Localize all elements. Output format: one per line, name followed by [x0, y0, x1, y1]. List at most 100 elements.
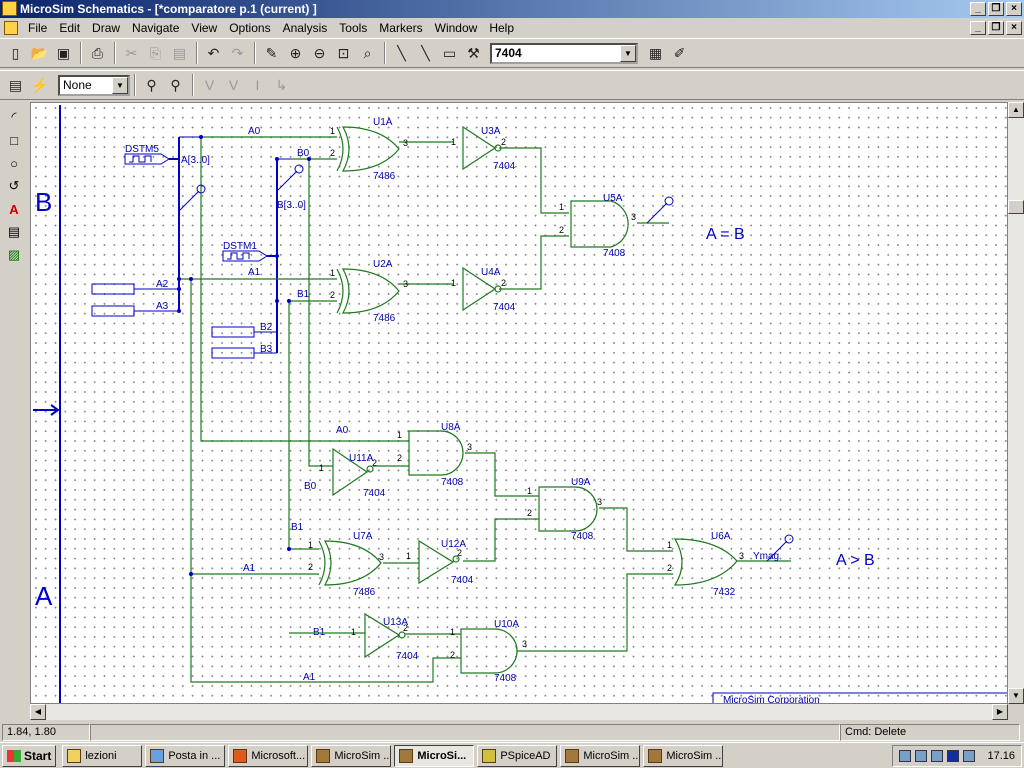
and-gate-u9a[interactable]: [538, 486, 598, 532]
get-part-icon[interactable]: ⚒: [462, 42, 485, 64]
bus-a[interactable]: [169, 137, 180, 311]
menu-tools[interactable]: Tools: [333, 21, 373, 35]
inverters[interactable]: [332, 125, 502, 659]
close-button[interactable]: ×: [1006, 2, 1022, 16]
current-marker-icon[interactable]: I: [246, 74, 269, 96]
scroll-thumb[interactable]: [1008, 200, 1024, 214]
minimize-button[interactable]: _: [970, 2, 986, 16]
scroll-right-icon[interactable]: ▶: [992, 704, 1008, 720]
status-message: [90, 723, 840, 741]
monitor-icon[interactable]: [963, 750, 976, 762]
dstm5-label: DSTM5: [125, 144, 159, 155]
vertical-scrollbar[interactable]: ▲ ▼: [1008, 102, 1024, 704]
redraw-icon[interactable]: ✎: [260, 42, 283, 64]
text-icon[interactable]: A: [3, 198, 25, 220]
run-simulation-icon[interactable]: ⚡: [28, 74, 51, 96]
scroll-down-icon[interactable]: ▼: [1008, 688, 1024, 704]
part-name-combo[interactable]: 7404 ▼: [490, 42, 638, 64]
edit-attributes-icon[interactable]: ✐: [668, 42, 691, 64]
ref-u9a: U9A: [571, 477, 591, 488]
redo-icon[interactable]: ↷: [226, 42, 249, 64]
paste-icon[interactable]: ▤: [168, 42, 191, 64]
menu-window[interactable]: Window: [429, 21, 484, 35]
horizontal-scrollbar[interactable]: ◀ ▶: [30, 704, 1008, 720]
zoom-out-icon[interactable]: ⊖: [308, 42, 331, 64]
menu-edit[interactable]: Edit: [53, 21, 86, 35]
box-icon[interactable]: □: [3, 129, 25, 151]
undo-icon[interactable]: ↶: [202, 42, 225, 64]
doc-minimize-button[interactable]: _: [970, 21, 986, 35]
chevron-down-icon[interactable]: ▼: [112, 76, 128, 94]
task-button-mail[interactable]: Posta in ...: [145, 744, 226, 767]
menu-markers[interactable]: Markers: [373, 21, 428, 35]
and-gate-u8a[interactable]: [408, 430, 464, 476]
menu-view[interactable]: View: [185, 21, 223, 35]
new-file-icon[interactable]: ▯: [4, 42, 27, 64]
open-folder-icon[interactable]: 📂: [28, 42, 51, 64]
or-gate-u6a[interactable]: [673, 538, 738, 586]
offpage-b3[interactable]: [211, 347, 255, 359]
offpage-a2[interactable]: [91, 283, 135, 295]
and-gate-u10a[interactable]: [460, 628, 518, 674]
zoom-area-icon[interactable]: ⊡: [332, 42, 355, 64]
voltage-diff-marker-icon[interactable]: V: [222, 74, 245, 96]
task-button-microsim-1[interactable]: MicroSim ...: [311, 744, 392, 767]
scroll-up-icon[interactable]: ▲: [1008, 102, 1024, 118]
menu-file[interactable]: File: [22, 21, 53, 35]
polyline-icon[interactable]: ↺: [3, 175, 25, 197]
text-box-icon[interactable]: ▤: [3, 221, 25, 243]
doc-restore-button[interactable]: ❐: [988, 21, 1004, 35]
picture-icon[interactable]: ▨: [3, 244, 25, 266]
probe-icon[interactable]: ⚲: [140, 74, 163, 96]
task-button-microsoft[interactable]: Microsoft...: [228, 744, 309, 767]
probe-zoom-icon[interactable]: ⚲: [164, 74, 187, 96]
layer-combo[interactable]: None ▼: [58, 74, 130, 96]
tray-icon[interactable]: [899, 750, 912, 762]
xor-gate-u1a[interactable]: [336, 126, 400, 172]
xor-gate-u2a[interactable]: [336, 268, 400, 314]
zoom-in-icon[interactable]: ⊕: [284, 42, 307, 64]
menu-analysis[interactable]: Analysis: [277, 21, 334, 35]
task-button-lezioni[interactable]: lezioni: [62, 744, 143, 767]
part-labels: U1A 7486 U3A 7404 U5A 7408 U2A 7486 U4A …: [349, 117, 736, 684]
voltage-marker-icon[interactable]: V: [198, 74, 221, 96]
task-button-microsim-2[interactable]: MicroSim ...: [560, 744, 641, 767]
menu-navigate[interactable]: Navigate: [126, 21, 185, 35]
doc-close-button[interactable]: ×: [1006, 21, 1022, 35]
voltage-marker-icons[interactable]: [178, 164, 794, 562]
language-icon[interactable]: [947, 750, 960, 762]
arc-icon[interactable]: ◜: [3, 106, 25, 128]
circle-icon[interactable]: ○: [3, 152, 25, 174]
and-gate-u5a[interactable]: [570, 200, 629, 248]
volume-icon[interactable]: [915, 750, 928, 762]
simulation-setup-icon[interactable]: ▤: [4, 74, 27, 96]
menu-options[interactable]: Options: [223, 21, 276, 35]
schematic-canvas[interactable]: B A DSTM5 A[3..0] DSTM1 B[3..0] A0 B0 A2…: [30, 102, 1008, 704]
cut-icon[interactable]: ✂: [120, 42, 143, 64]
task-button-microsim-active[interactable]: MicroSi...: [394, 744, 475, 767]
chevron-down-icon[interactable]: ▼: [620, 44, 636, 62]
start-button[interactable]: Start: [2, 744, 57, 767]
menu-help[interactable]: Help: [483, 21, 520, 35]
offpage-a3[interactable]: [91, 305, 135, 317]
task-button-pspicead[interactable]: PSpiceAD: [477, 744, 558, 767]
draw-block-icon[interactable]: ▭: [438, 42, 461, 64]
draw-bus-icon[interactable]: ╲: [414, 42, 437, 64]
menu-draw[interactable]: Draw: [86, 21, 126, 35]
wires[interactable]: [179, 136, 791, 683]
document-icon[interactable]: [4, 21, 18, 35]
save-icon[interactable]: ▣: [52, 42, 75, 64]
network-icon[interactable]: [931, 750, 944, 762]
print-icon[interactable]: ⎙: [86, 42, 109, 64]
xor-gate-u7a[interactable]: [318, 540, 382, 586]
zoom-fit-icon[interactable]: ⌕: [356, 42, 379, 64]
draw-wire-icon[interactable]: ╲: [390, 42, 413, 64]
restore-button[interactable]: ❐: [988, 2, 1004, 16]
scroll-left-icon[interactable]: ◀: [30, 704, 46, 720]
bus-a-label: A[3..0]: [181, 155, 210, 166]
task-button-microsim-3[interactable]: MicroSim ...: [643, 744, 724, 767]
offpage-b2[interactable]: [211, 326, 255, 338]
edit-symbol-icon[interactable]: ▦: [644, 42, 667, 64]
marker-icon[interactable]: ↳: [270, 74, 293, 96]
copy-icon[interactable]: ⎘: [144, 42, 167, 64]
